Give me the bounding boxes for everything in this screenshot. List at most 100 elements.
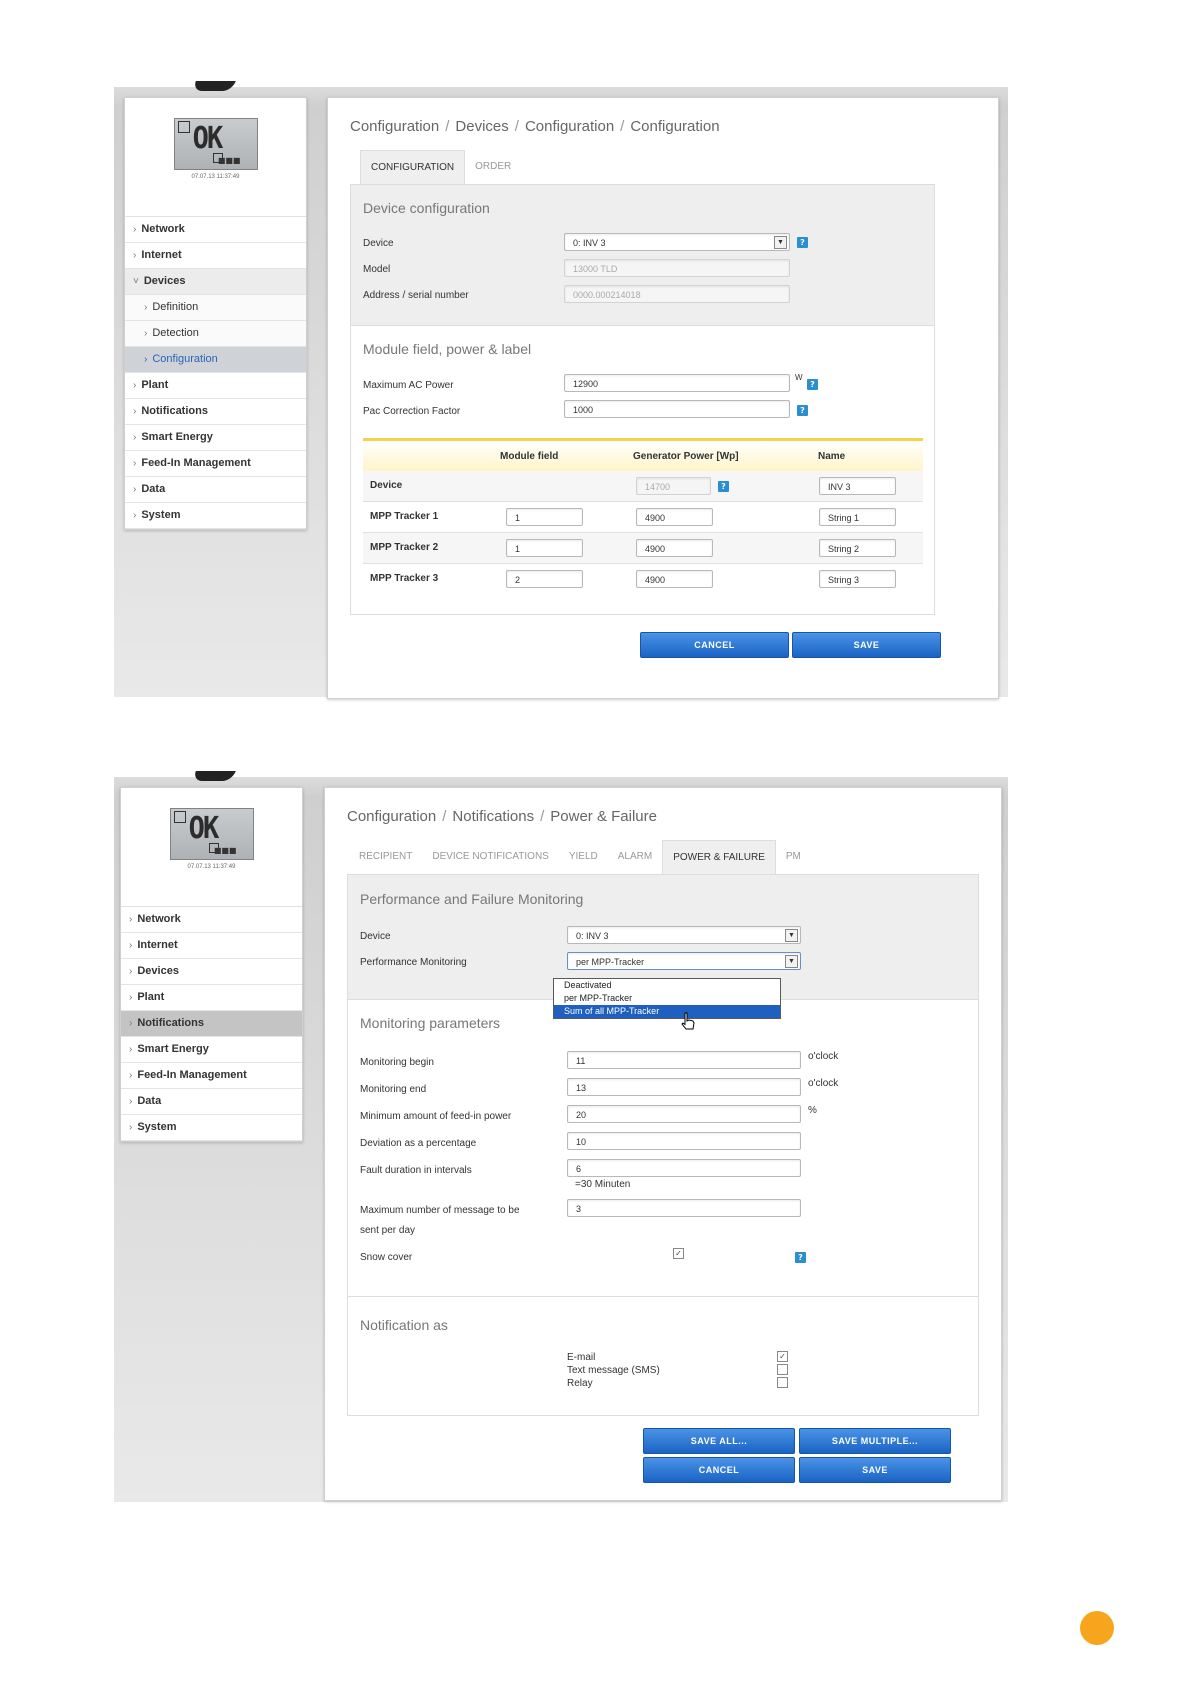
max-messages-input[interactable]: 3 (567, 1199, 801, 1217)
sidebar-item-system[interactable]: › System (121, 1115, 302, 1141)
sidebar-item-data[interactable]: › Data (121, 1089, 302, 1115)
pac-correction-input[interactable]: 1000 (564, 400, 790, 418)
breadcrumb: Configuration / Notifications / Power & Fail… (347, 808, 657, 825)
tab-recipient[interactable]: RECIPIENT (349, 840, 422, 874)
module-field-input[interactable]: 2 (506, 570, 583, 588)
sidebar-item-devices[interactable]: › Devices (121, 959, 302, 985)
sidebar-item-system[interactable]: › System (125, 503, 306, 529)
tab-power-failure[interactable]: POWER & FAILURE (662, 840, 776, 875)
module-field-input[interactable]: 1 (506, 539, 583, 557)
tab-yield[interactable]: YIELD (559, 840, 608, 874)
help-icon[interactable]: ? (795, 1252, 806, 1263)
name-input[interactable]: INV 3 (819, 477, 896, 495)
monitoring-begin-input[interactable]: 11 (567, 1051, 801, 1069)
monitoring-end-input[interactable]: 13 (567, 1078, 801, 1096)
sms-checkbox[interactable] (777, 1364, 788, 1375)
save-button[interactable]: SAVE (792, 632, 941, 658)
sidebar-item-label: Internet (137, 939, 178, 951)
breadcrumb-item[interactable]: Devices (455, 118, 508, 135)
sidebar-item-data[interactable]: › Data (125, 477, 306, 503)
name-input[interactable]: String 2 (819, 539, 896, 557)
sidebar-item-label: System (137, 1121, 177, 1133)
sidebar-item-devices[interactable]: ˅ Devices (125, 269, 306, 295)
sidebar-item-label: Internet (141, 249, 182, 261)
sidebar-subitem-definition[interactable]: › Definition (125, 295, 306, 321)
section-title: Module field, power & label (363, 341, 532, 357)
generator-power-input[interactable]: 4900 (636, 508, 713, 526)
deviation-input[interactable]: 10 (567, 1132, 801, 1150)
monitoring-end-unit: o'clock (808, 1078, 839, 1089)
deviation-label: Deviation as a percentage (360, 1138, 477, 1149)
sidebar-item-label: Data (137, 1095, 162, 1107)
sidebar-item-notifications[interactable]: › Notifications (121, 1011, 302, 1037)
tab-device-notifications[interactable]: DEVICE NOTIFICATIONS (422, 840, 559, 874)
chevron-right-icon: › (144, 302, 148, 313)
sidebar-item-internet[interactable]: › Internet (121, 933, 302, 959)
help-icon[interactable]: ? (807, 379, 818, 390)
snow-cover-checkbox[interactable]: ✓ (673, 1248, 684, 1259)
tab-order[interactable]: ORDER (465, 150, 521, 184)
sidebar-item-notifications[interactable]: › Notifications (125, 399, 306, 425)
sidebar-item-label: Network (137, 913, 181, 925)
option-deactivated[interactable]: Deactivated (554, 979, 780, 992)
chevron-right-icon: › (129, 1070, 133, 1081)
sidebar-item-feed-in-management[interactable]: › Feed-In Management (121, 1063, 302, 1089)
chevron-right-icon: › (133, 432, 137, 443)
performance-monitoring-select[interactable]: per MPP-Tracker ▼ (567, 952, 801, 970)
sidebar-item-network[interactable]: › Network (121, 907, 302, 933)
generator-power-input[interactable]: 4900 (636, 539, 713, 557)
chevron-down-icon: ▼ (785, 955, 798, 968)
email-label: E-mail (567, 1352, 596, 1363)
max-ac-power-input[interactable]: 12900 (564, 374, 790, 392)
sidebar-item-feed-in-management[interactable]: › Feed-In Management (125, 451, 306, 477)
sidebar-item-internet[interactable]: › Internet (125, 243, 306, 269)
sidebar-subitem-configuration[interactable]: › Configuration (125, 347, 306, 373)
device-label: Device (360, 931, 391, 942)
name-input[interactable]: String 1 (819, 508, 896, 526)
chevron-right-icon: › (133, 250, 137, 261)
cancel-button[interactable]: CANCEL (640, 632, 789, 658)
name-input[interactable]: String 3 (819, 570, 896, 588)
option-per-mpp-tracker[interactable]: per MPP-Tracker (554, 992, 780, 1005)
lcd-timestamp: 07.07.13 11:37:49 (191, 174, 240, 180)
sidebar-item-smart-energy[interactable]: › Smart Energy (125, 425, 306, 451)
help-icon[interactable]: ? (797, 405, 808, 416)
cancel-button[interactable]: CANCEL (643, 1457, 795, 1483)
help-icon[interactable]: ? (718, 481, 729, 492)
fault-duration-input[interactable]: 6 (567, 1159, 801, 1177)
chevron-right-icon: › (144, 328, 148, 339)
breadcrumb-item[interactable]: Notifications (452, 808, 534, 825)
sidebar-item-smart-energy[interactable]: › Smart Energy (121, 1037, 302, 1063)
sidebar-item-plant[interactable]: › Plant (121, 985, 302, 1011)
sidebar-subitem-detection[interactable]: › Detection (125, 321, 306, 347)
device-select[interactable]: 0: INV 3 ▼ (564, 233, 790, 251)
breadcrumb-item[interactable]: Configuration (347, 808, 436, 825)
save-button[interactable]: SAVE (799, 1457, 951, 1483)
help-icon[interactable]: ? (797, 237, 808, 248)
monitoring-begin-label: Monitoring begin (360, 1057, 434, 1068)
breadcrumb-item[interactable]: Configuration (525, 118, 614, 135)
screenshot-power-failure: OK ■■■ 07.07.13 11:37:49 › Network › Inter… (114, 771, 1008, 1502)
save-all-button[interactable]: SAVE ALL... (643, 1428, 795, 1454)
chevron-right-icon: › (129, 1044, 133, 1055)
save-multiple-button[interactable]: SAVE MULTIPLE... (799, 1428, 951, 1454)
tab-pm[interactable]: PM (776, 840, 811, 874)
sidebar-item-label: Smart Energy (137, 1043, 209, 1055)
option-sum-of-all-mpp-tracker[interactable]: Sum of all MPP-Tracker (554, 1005, 780, 1018)
generator-power-input[interactable]: 4900 (636, 570, 713, 588)
tab-configuration[interactable]: CONFIGURATION (360, 150, 466, 185)
device-select[interactable]: 0: INV 3 ▼ (567, 926, 801, 944)
chevron-right-icon: › (133, 380, 137, 391)
module-field-input[interactable]: 1 (506, 508, 583, 526)
sidebar-item-plant[interactable]: › Plant (125, 373, 306, 399)
relay-checkbox[interactable] (777, 1377, 788, 1388)
tab-alarm[interactable]: ALARM (608, 840, 662, 874)
chevron-right-icon: › (129, 914, 133, 925)
sidebar-item-network[interactable]: › Network (125, 217, 306, 243)
breadcrumb-item[interactable]: Configuration (350, 118, 439, 135)
sidebar-item-label: Network (141, 223, 185, 235)
chevron-right-icon: › (129, 966, 133, 977)
email-checkbox[interactable]: ✓ (777, 1351, 788, 1362)
row-label: MPP Tracker 1 (370, 511, 439, 522)
min-feed-in-input[interactable]: 20 (567, 1105, 801, 1123)
